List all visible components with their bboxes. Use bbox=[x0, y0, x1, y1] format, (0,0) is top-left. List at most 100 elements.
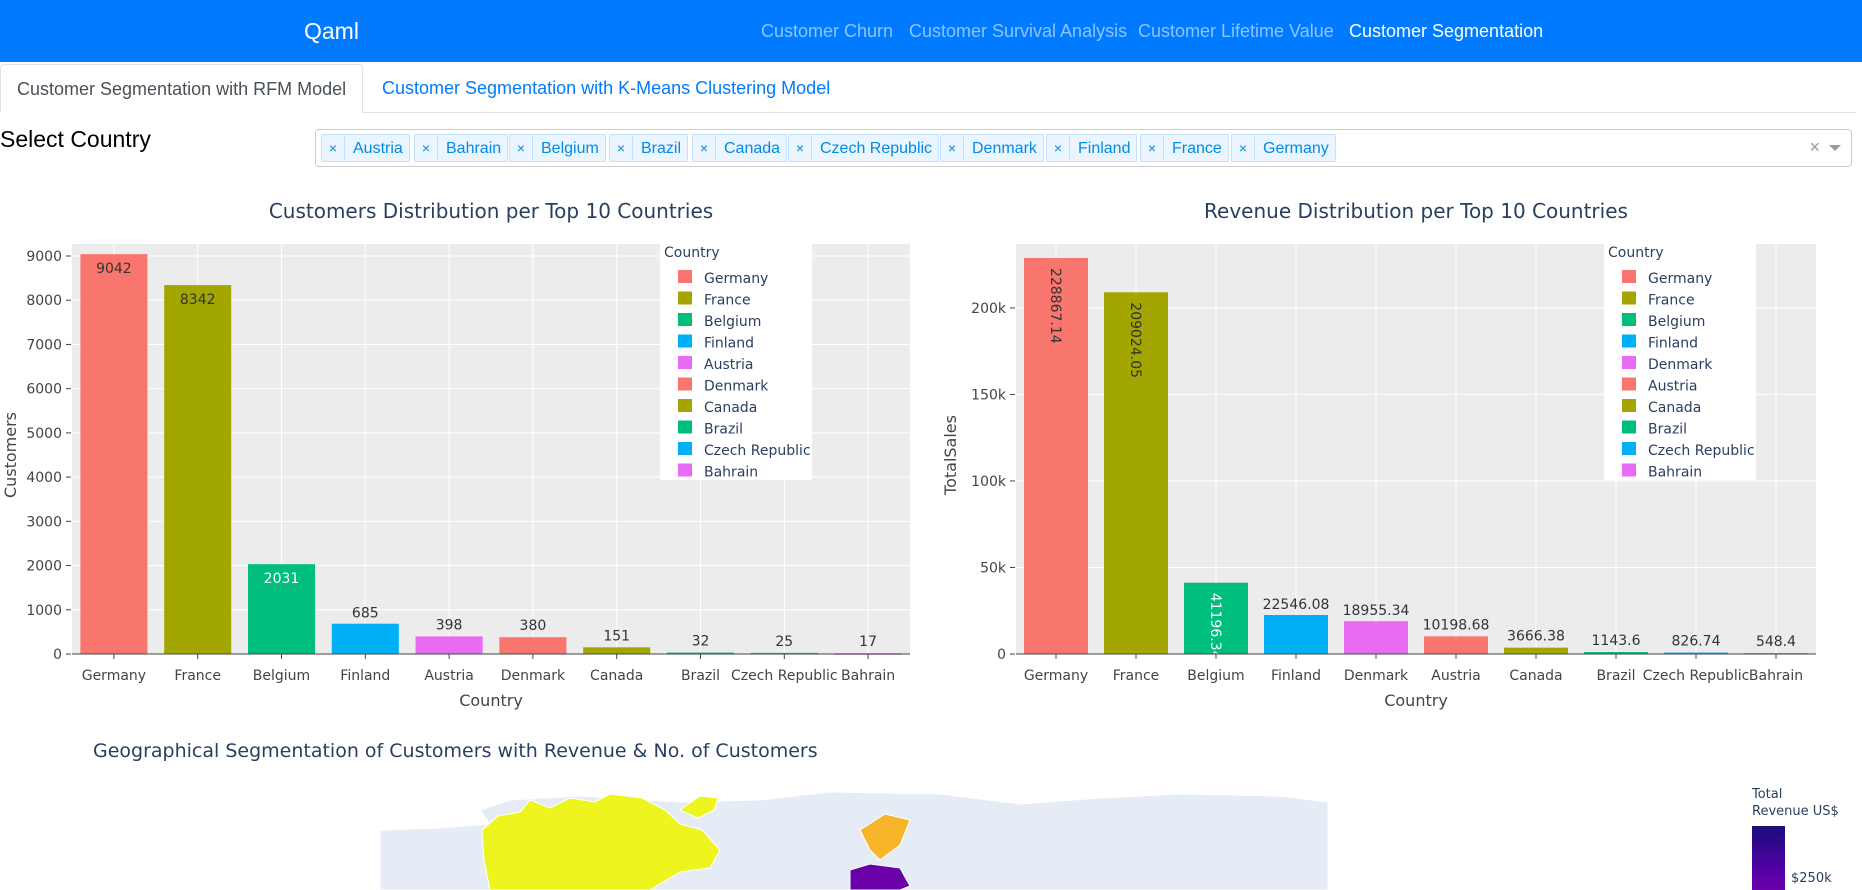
legend-item: Brazil bbox=[1648, 422, 1687, 438]
legend-item: France bbox=[1648, 293, 1695, 309]
chip-finland: × Finland bbox=[1046, 134, 1138, 162]
data-label: 548.4 bbox=[1756, 634, 1796, 650]
chip-denmark: × Denmark bbox=[940, 134, 1044, 162]
remove-germany-icon[interactable]: × bbox=[1232, 135, 1255, 161]
chip-france: × France bbox=[1140, 134, 1229, 162]
chip-label: France bbox=[1172, 140, 1222, 157]
clear-all-icon[interactable]: × bbox=[1809, 137, 1820, 158]
x-axis-title: Country bbox=[1384, 691, 1448, 710]
world-choropleth-map[interactable] bbox=[380, 790, 1328, 890]
data-label: 9042 bbox=[96, 261, 132, 277]
chip-czech-republic: × Czech Republic bbox=[788, 134, 940, 162]
legend-item: Denmark bbox=[1648, 357, 1713, 373]
y-tick-label: 3000 bbox=[26, 514, 62, 530]
x-tick-label: Bahrain bbox=[1749, 668, 1803, 684]
select-country-label: Select Country bbox=[0, 126, 151, 152]
nav-customer-lifetime-value[interactable]: Customer Lifetime Value bbox=[1138, 0, 1334, 62]
bar bbox=[1264, 614, 1328, 654]
x-tick-label: France bbox=[174, 668, 221, 684]
data-label: 1143.6 bbox=[1592, 633, 1641, 649]
remove-finland-icon[interactable]: × bbox=[1047, 135, 1070, 161]
data-label: 10198.68 bbox=[1423, 617, 1490, 633]
legend-swatch bbox=[1622, 356, 1636, 369]
chevron-down-icon[interactable] bbox=[1829, 145, 1841, 151]
data-label: 685 bbox=[352, 606, 379, 622]
legend-item: Austria bbox=[704, 357, 753, 373]
bar bbox=[1504, 647, 1568, 654]
remove-austria-icon[interactable]: × bbox=[322, 135, 345, 161]
y-tick-label: 5000 bbox=[26, 426, 62, 442]
remove-denmark-icon[interactable]: × bbox=[941, 135, 964, 161]
revenue-distribution-chart: Revenue Distribution per Top 10 Countrie… bbox=[944, 199, 1816, 710]
map-title: Geographical Segmentation of Customers w… bbox=[93, 740, 818, 762]
legend-swatch bbox=[678, 356, 692, 369]
tab-kmeans-model[interactable]: Customer Segmentation with K-Means Clust… bbox=[366, 64, 846, 111]
y-tick-label: 0 bbox=[53, 647, 62, 663]
tab-rfm-model[interactable]: Customer Segmentation with RFM Model bbox=[0, 64, 364, 113]
legend-swatch bbox=[678, 334, 692, 348]
x-tick-label: Canada bbox=[1509, 668, 1562, 684]
nav-customer-segmentation[interactable]: Customer Segmentation bbox=[1349, 0, 1543, 62]
legend-swatch bbox=[678, 270, 692, 283]
remove-czech-republic-icon[interactable]: × bbox=[789, 135, 812, 161]
chip-label: Finland bbox=[1078, 140, 1131, 157]
data-label: 380 bbox=[520, 618, 547, 634]
y-tick-label: 2000 bbox=[26, 559, 62, 575]
bar bbox=[1344, 621, 1408, 654]
remove-france-icon[interactable]: × bbox=[1141, 135, 1164, 161]
legend-item: Finland bbox=[1648, 336, 1698, 352]
legend-item: Belgium bbox=[704, 314, 761, 330]
legend-item: Belgium bbox=[1648, 314, 1705, 330]
customers-distribution-chart: Customers Distribution per Top 10 Countr… bbox=[1, 199, 910, 710]
nav-customer-survival-analysis[interactable]: Customer Survival Analysis bbox=[909, 0, 1127, 62]
data-label: 398 bbox=[436, 617, 463, 633]
country-multiselect[interactable]: × Austria × Bahrain × Belgium × Brazil × Cana… bbox=[315, 129, 1852, 167]
data-label: 228867.14 bbox=[1047, 268, 1063, 344]
data-label: 41196.34 bbox=[1207, 593, 1223, 660]
y-axis-title: Customers bbox=[1, 412, 20, 498]
y-tick-label: 100k bbox=[971, 474, 1007, 490]
bar bbox=[164, 285, 232, 654]
legend-item: Czech Republic bbox=[1648, 443, 1755, 459]
legend-item: Finland bbox=[704, 336, 754, 352]
data-label: 32 bbox=[692, 634, 710, 650]
y-tick-label: 9000 bbox=[26, 249, 62, 265]
colorbar-title-line2: Revenue US$ bbox=[1752, 804, 1839, 819]
chart-title: Customers Distribution per Top 10 Countr… bbox=[269, 199, 713, 223]
y-tick-label: 50k bbox=[980, 560, 1007, 576]
chip-brazil: × Brazil bbox=[609, 134, 689, 162]
legend-item: Brazil bbox=[704, 422, 743, 438]
y-axis-title: TotalSales bbox=[944, 415, 960, 496]
legend-swatch bbox=[1622, 270, 1636, 283]
legend-title: Country bbox=[1608, 245, 1664, 261]
legend-item: Austria bbox=[1648, 379, 1697, 395]
legend-swatch bbox=[678, 442, 692, 455]
x-tick-label: Brazil bbox=[681, 668, 720, 684]
y-tick-label: 7000 bbox=[26, 337, 62, 353]
legend-swatch bbox=[1622, 334, 1636, 348]
chip-austria: × Austria bbox=[321, 134, 410, 162]
remove-brazil-icon[interactable]: × bbox=[610, 135, 633, 161]
bar bbox=[1424, 636, 1488, 654]
legend-item: Denmark bbox=[704, 379, 769, 395]
data-label: 151 bbox=[603, 628, 630, 644]
remove-bahrain-icon[interactable]: × bbox=[415, 135, 438, 161]
y-tick-label: 4000 bbox=[26, 470, 62, 486]
nav-customer-churn[interactable]: Customer Churn bbox=[761, 0, 893, 62]
data-label: 25 bbox=[775, 634, 793, 650]
bar bbox=[415, 636, 483, 654]
legend-swatch bbox=[1622, 313, 1636, 326]
legend-title: Country bbox=[664, 245, 720, 261]
bar bbox=[331, 623, 399, 654]
remove-belgium-icon[interactable]: × bbox=[510, 135, 533, 161]
legend-item: France bbox=[704, 293, 751, 309]
data-label: 8342 bbox=[180, 292, 216, 308]
data-label: 22546.08 bbox=[1263, 597, 1330, 613]
y-tick-label: 1000 bbox=[26, 603, 62, 619]
chip-germany: × Germany bbox=[1231, 134, 1336, 162]
y-tick-label: 6000 bbox=[26, 382, 62, 398]
legend-item: Germany bbox=[1648, 271, 1712, 287]
remove-canada-icon[interactable]: × bbox=[693, 135, 716, 161]
legend-swatch bbox=[1622, 420, 1636, 434]
brand-logo[interactable]: Qaml bbox=[304, 0, 359, 62]
